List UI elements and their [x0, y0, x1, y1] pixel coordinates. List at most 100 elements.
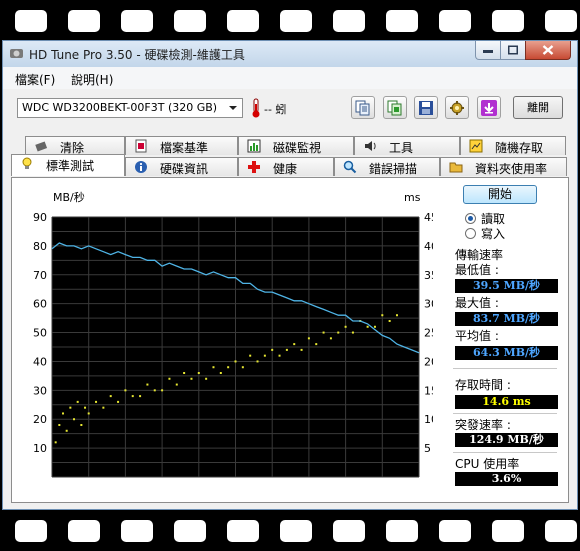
min-label: 最低值 : — [455, 263, 499, 277]
tab-erase[interactable]: 清除 — [25, 136, 125, 155]
tab-benchmark[interactable]: 標準測試 — [11, 154, 125, 176]
tab-file-benchmark[interactable]: 檔案基準 — [125, 136, 238, 155]
thermometer-icon — [252, 98, 260, 118]
access-time-point — [249, 354, 252, 357]
film-hole — [333, 520, 365, 542]
access-time-point — [212, 366, 215, 369]
menu-bar: 檔案(F) 說明(H) — [3, 67, 577, 89]
tab-health[interactable]: 健康 — [238, 157, 334, 176]
access-time-point — [146, 383, 149, 386]
film-hole — [386, 520, 418, 542]
y-right-tick-label: 35 — [424, 269, 433, 282]
film-hole — [68, 10, 100, 32]
save-button[interactable] — [414, 96, 438, 119]
close-icon — [542, 45, 554, 55]
drive-select[interactable]: WDC WD3200BEKT-00F3T (320 GB) — [17, 98, 243, 118]
access-time-point — [395, 314, 398, 317]
film-hole — [280, 520, 312, 542]
info-icon — [135, 161, 147, 173]
y-left-tick-label: 10 — [33, 442, 47, 455]
access-time-point — [285, 348, 288, 351]
access-time-point — [73, 418, 76, 421]
y-right-tick-label: 40 — [424, 240, 433, 253]
access-time-point — [87, 412, 90, 415]
copy-screenshot-button[interactable] — [383, 96, 407, 119]
access-time-point — [366, 325, 369, 328]
tab-folder-usage[interactable]: 資料夾使用率 — [440, 157, 567, 176]
access-time-point — [278, 354, 281, 357]
x-tick-label: 40 — [192, 482, 206, 483]
options-button[interactable] — [445, 96, 469, 119]
max-value: 83.7 MB/秒 — [455, 312, 558, 326]
avg-value: 64.3 MB/秒 — [455, 346, 558, 360]
access-time-point — [161, 389, 164, 392]
maximize-button[interactable] — [500, 41, 526, 60]
write-radio[interactable] — [465, 228, 476, 239]
access-time-point — [69, 406, 72, 409]
tab-drive-info[interactable]: 硬碟資訊 — [125, 157, 238, 176]
cpu-usage-value: 3.6% — [455, 472, 558, 486]
x-tick-label: 0 — [49, 482, 56, 483]
menu-help[interactable]: 說明(H) — [71, 71, 113, 88]
access-time-point — [58, 424, 61, 426]
film-hole — [439, 520, 471, 542]
minimize-icon — [483, 50, 493, 53]
access-time-point — [329, 337, 332, 340]
close-button[interactable] — [525, 41, 571, 60]
tab-random-access[interactable]: 隨機存取 — [460, 136, 566, 155]
options-icon — [450, 101, 464, 115]
access-time-point — [256, 360, 259, 363]
tab-tools[interactable]: 工具 — [354, 136, 460, 155]
exit-button[interactable]: 離開 — [513, 96, 563, 119]
access-time-point — [227, 366, 230, 369]
y-right-tick-label: 25 — [424, 327, 433, 340]
benchmark-chart: MB/秒 ms 0 10 20 30 40 50 60 70 80 90 100% 10 20 30 40 5… — [33, 190, 433, 483]
access-time-point — [190, 377, 193, 380]
copy-text-button[interactable] — [351, 96, 375, 119]
y-left-tick-label: 70 — [33, 269, 47, 282]
access-time-point — [315, 343, 318, 346]
film-hole — [227, 520, 259, 542]
access-time-point — [234, 360, 237, 363]
film-hole — [492, 10, 524, 32]
tab-error-scan[interactable]: 錯誤掃描 — [334, 157, 440, 176]
access-time-point — [293, 343, 296, 346]
drive-select-value: WDC WD3200BEKT-00F3T (320 GB) — [22, 101, 218, 114]
speaker-icon — [365, 141, 376, 151]
y-right-tick-label: 5 — [424, 442, 431, 455]
access-time-point — [271, 348, 274, 351]
access-time-point — [351, 331, 354, 334]
film-hole — [68, 520, 100, 542]
temperature-readout: -- 蚓 — [264, 103, 287, 116]
download-button[interactable] — [477, 96, 501, 119]
minimize-button[interactable] — [475, 41, 501, 60]
avg-label: 平均值 : — [455, 329, 499, 343]
film-strip-bottom — [0, 511, 580, 551]
menu-file[interactable]: 檔案(F) — [15, 71, 55, 88]
download-icon — [481, 100, 497, 116]
access-time-point — [373, 325, 376, 328]
access-time-point — [241, 366, 244, 369]
x-tick-label: 80 — [339, 482, 353, 483]
copy-screenshot-icon — [387, 100, 402, 116]
monitor-chart-icon — [247, 139, 261, 153]
read-radio[interactable] — [465, 213, 476, 224]
y-left-tick-label: 90 — [33, 211, 47, 224]
title-bar: HD Tune Pro 3.50 - 硬碟檢測-維護工具 — [3, 41, 577, 68]
access-time-point — [54, 441, 57, 444]
bulb-icon — [22, 157, 32, 169]
film-hole — [492, 520, 524, 542]
save-icon — [419, 101, 433, 115]
access-time-point — [175, 383, 178, 386]
tab-disk-monitor[interactable]: 磁碟監視 — [238, 136, 354, 155]
access-time-value: 14.6 ms — [455, 395, 558, 409]
y-left-tick-label: 50 — [33, 327, 47, 340]
file-benchmark-icon — [135, 139, 147, 153]
film-strip-top — [0, 0, 580, 40]
access-time-point — [62, 412, 65, 415]
cpu-usage-label: CPU 使用率 — [455, 457, 520, 471]
access-time-point — [80, 424, 83, 426]
access-time-point — [307, 337, 310, 340]
radio-selected-dot — [468, 216, 473, 221]
start-button[interactable]: 開始 — [463, 185, 537, 204]
